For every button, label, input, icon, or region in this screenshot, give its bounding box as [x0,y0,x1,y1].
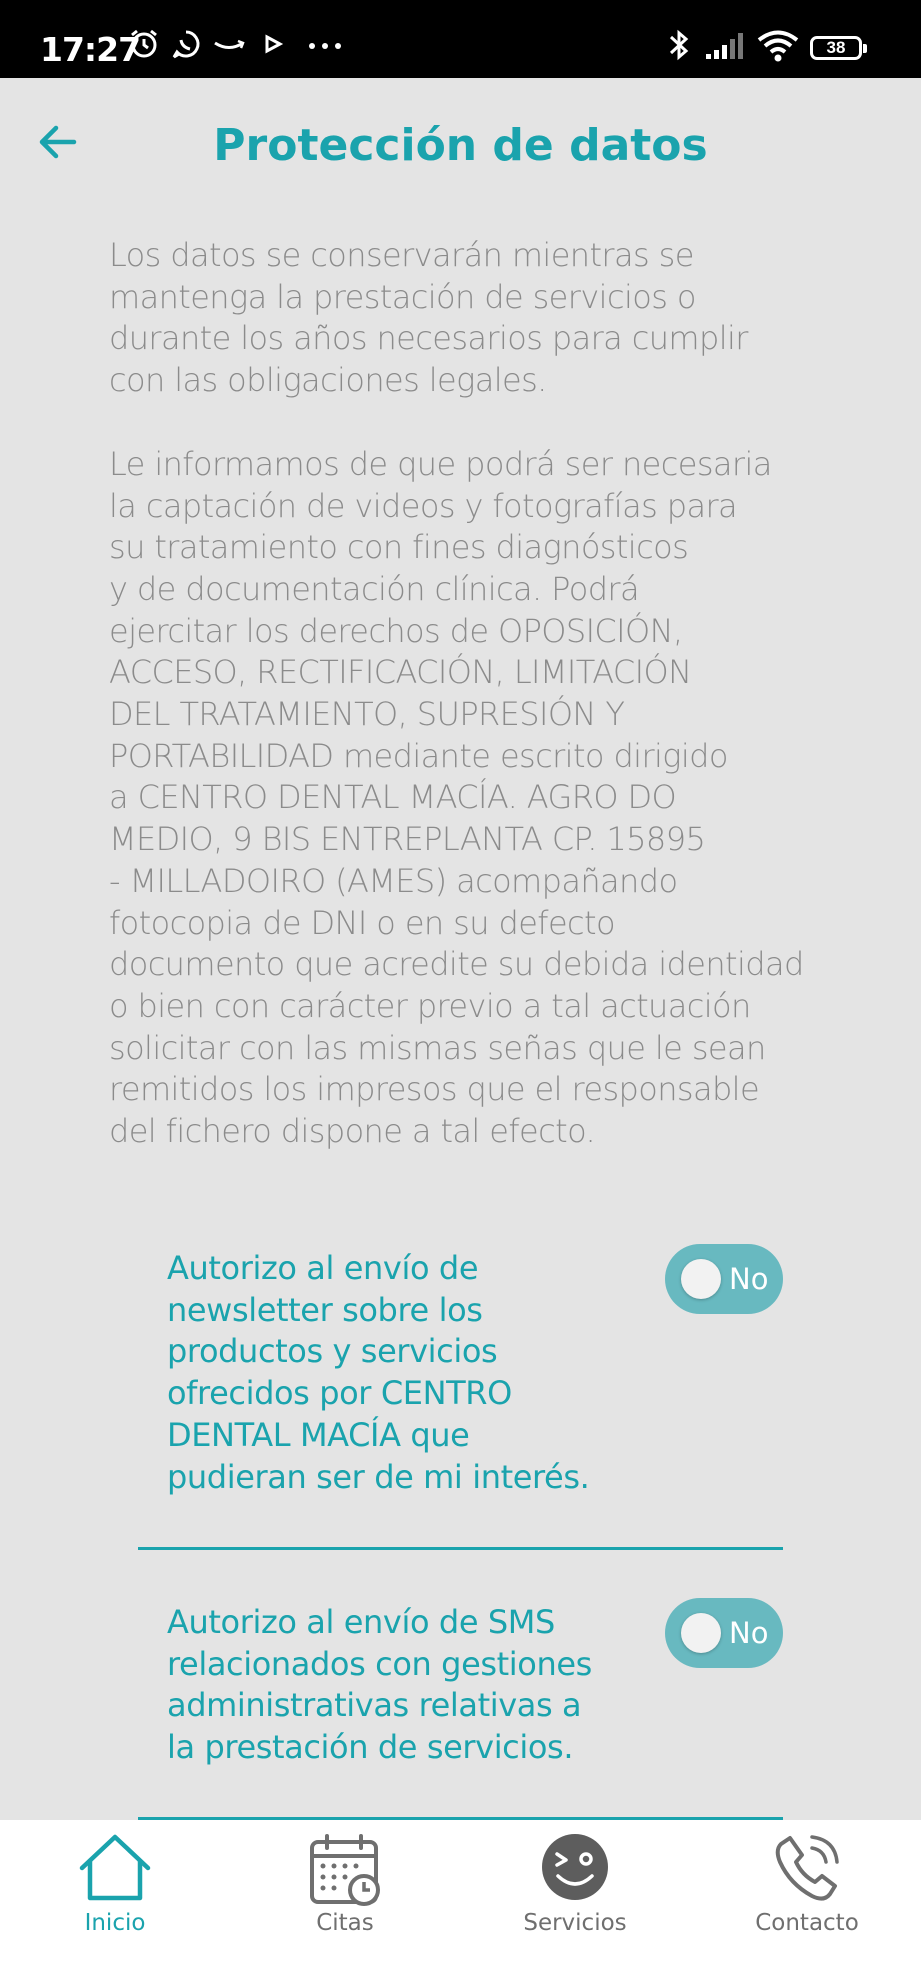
nav-label: Inicio [84,1910,146,1936]
bluetooth-icon [669,29,689,61]
privacy-paragraph-retention: Los datos se conservarán mientras se man… [109,236,748,400]
toggle-knob [681,1259,721,1299]
toggle-knob [681,1613,721,1653]
smiley-icon [542,1834,608,1900]
newsletter-consent-text: Autorizo al envío de newsletter sobre lo… [167,1249,590,1496]
battery-icon: 38 [810,36,867,60]
more-notifications-icon [309,43,341,49]
nav-item-contacto[interactable]: Contacto [707,1820,907,1962]
whatsapp-icon [172,30,200,59]
newsletter-consent-toggle[interactable]: No [665,1244,783,1314]
phone-icon [775,1835,839,1901]
status-bar: 17:27 38 [0,0,921,78]
nav-label: Citas [316,1910,374,1936]
toggle-label: No [729,1616,769,1650]
nav-item-citas[interactable]: Citas [245,1820,445,1962]
calendar-icon [310,1834,380,1906]
sms-consent-text: Autorizo al envío de SMS relacionados co… [167,1603,592,1767]
bottom-navigation: Inicio Citas Servicios Contacto [0,1820,921,1962]
nav-label: Servicios [523,1910,627,1936]
nav-item-servicios[interactable]: Servicios [475,1820,675,1962]
home-icon [79,1834,151,1901]
status-time: 17:27 [40,30,141,69]
page-title: Protección de datos [213,120,708,171]
play-icon [265,34,284,54]
sms-consent-toggle[interactable]: No [665,1598,783,1668]
amazon-icon [214,39,245,49]
nav-label: Contacto [755,1910,859,1936]
divider [138,1547,783,1550]
toggle-label: No [729,1262,769,1296]
privacy-text: Los datos se conservarán mientras se man… [109,235,829,1153]
nav-item-inicio[interactable]: Inicio [15,1820,215,1962]
alarm-icon [131,29,157,58]
wifi-icon [757,30,799,62]
signal-icon [706,33,743,59]
privacy-paragraph-rights: Le informamos de que podrá ser necesaria… [109,444,804,1151]
